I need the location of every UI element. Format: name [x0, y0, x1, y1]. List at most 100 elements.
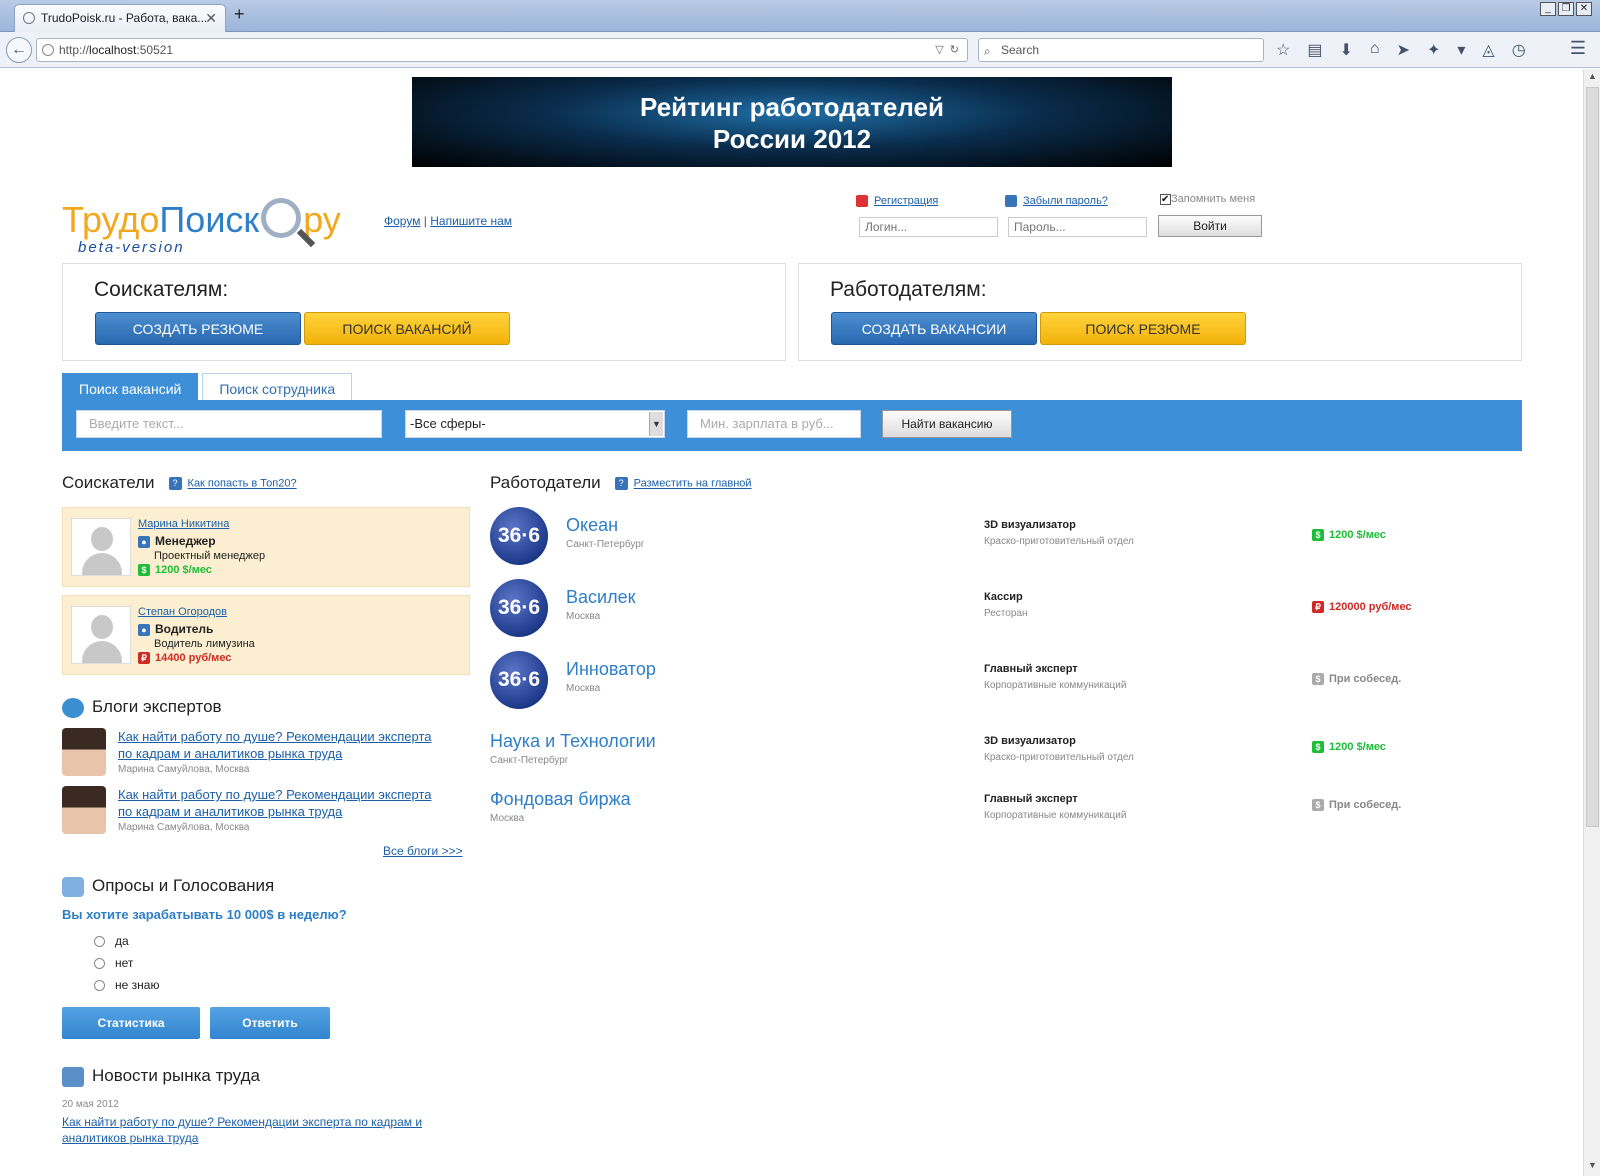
password-input[interactable] [1008, 217, 1147, 237]
vacancy-title: Кассир [984, 591, 1023, 603]
scrollbar-thumb[interactable] [1586, 87, 1599, 827]
vacancy-department: Корпоративные коммуникаций [984, 810, 1127, 821]
news-link[interactable]: Как найти работу по душе? Рекомендации э… [62, 1114, 452, 1146]
help-icon: ? [614, 477, 628, 491]
employer-name-link[interactable]: Океан [566, 515, 618, 536]
forgot-password-link[interactable]: Забыли пароль? [1023, 195, 1108, 207]
poll-option[interactable]: не знаю [94, 978, 159, 992]
forum-link[interactable]: Форум [384, 214, 420, 228]
site-logo[interactable]: ТрудоПоиск ру [62, 198, 341, 242]
seeker-subposition: Проектный менеджер [154, 550, 266, 562]
create-vacancy-button[interactable]: СОЗДАТЬ ВАКАНСИИ [831, 312, 1037, 345]
poll-option[interactable]: нет [94, 956, 133, 970]
radio-button[interactable] [94, 936, 105, 948]
page-scrollbar[interactable]: ▲ ▼ [1583, 69, 1600, 1176]
reload-icon[interactable]: ▽ ↻ [935, 39, 959, 61]
place-on-main-link[interactable]: Разместить на главной [634, 478, 752, 490]
window-controls: _ ❐ ✕ [1540, 2, 1592, 16]
vacancy-department: Ресторан [984, 608, 1028, 619]
vacancy-salary-text: При собесед. [1329, 673, 1402, 685]
auth-block: Регистрация Забыли пароль? ✔ Запомнить ме… [856, 191, 1276, 251]
bookmark-star-icon[interactable]: ☆ [1276, 40, 1290, 60]
logo-part-b: Поиск [159, 199, 260, 240]
vacancy-salary-text: 1200 $/мес [1329, 741, 1386, 753]
tab-search-employee[interactable]: Поиск сотрудника [202, 373, 353, 403]
remember-checkbox[interactable]: ✔ [1160, 193, 1171, 205]
vacancy-salary: ₽120000 руб/мес [1312, 601, 1412, 614]
vacancy-department: Корпоративные коммуникаций [984, 680, 1127, 691]
reading-list-icon[interactable]: ▤ [1307, 40, 1322, 60]
browser-search-bar[interactable]: ⌕ Search [978, 38, 1264, 62]
all-blogs-link[interactable]: Все блоги >>> [383, 844, 463, 858]
radio-button[interactable] [94, 958, 105, 970]
dropdown-icon[interactable]: ▾ [1457, 40, 1465, 60]
maximize-icon[interactable]: ❐ [1558, 2, 1574, 16]
blog-link[interactable]: Как найти работу по душе? Рекомендации э… [118, 786, 448, 820]
vacancy-title: 3D визуализатор [984, 519, 1076, 531]
select-arrow-icon: ▼ [649, 412, 663, 436]
poll-option-label: не знаю [115, 978, 160, 992]
write-us-link[interactable]: Напишите нам [430, 214, 512, 228]
ad-banner[interactable]: Рейтинг работодателей России 2012 [412, 77, 1172, 167]
employer-name-link[interactable]: Наука и Технологии [490, 731, 656, 752]
globe-icon [42, 44, 54, 56]
top20-link[interactable]: Как попасть в Топ20? [188, 478, 297, 490]
seeker-card[interactable]: Степан Огородов ● Водитель Водитель лимуз… [62, 595, 470, 675]
employer-row[interactable]: 36·6 Океан Санкт-Петербург 3D визуализат… [490, 507, 1520, 571]
poll-question: Вы хотите зарабатывать 10 000$ в неделю? [62, 907, 347, 922]
close-window-icon[interactable]: ✕ [1576, 2, 1592, 16]
home-icon[interactable]: ⌂ [1370, 40, 1380, 60]
salary-input[interactable]: Мин. зарплата в руб... [687, 410, 861, 438]
employer-name-link[interactable]: Василек [566, 587, 635, 608]
employer-city: Москва [566, 611, 601, 622]
seeker-salary: $1200 $/мес [138, 564, 212, 577]
register-link[interactable]: Регистрация [874, 195, 938, 207]
history-icon[interactable]: ◷ [1512, 40, 1526, 60]
search-vacancies-button[interactable]: ПОИСК ВАКАНСИЙ [304, 312, 510, 345]
new-tab-icon[interactable]: + [234, 4, 245, 25]
poll-option-label: нет [115, 956, 134, 970]
scroll-up-icon[interactable]: ▲ [1588, 71, 1597, 81]
search-resumes-button[interactable]: ПОИСК РЕЗЮМЕ [1040, 312, 1246, 345]
seeker-name-link[interactable]: Степан Огородов [138, 606, 227, 618]
seeker-name-link[interactable]: Марина Никитина [138, 518, 229, 530]
poll-answer-button[interactable]: Ответить [210, 1007, 330, 1039]
employer-row[interactable]: 36·6 Василек Москва Кассир Ресторан ₽120… [490, 579, 1520, 643]
poll-stats-button[interactable]: Статистика [62, 1007, 200, 1039]
tab-close-icon[interactable]: ✕ [205, 5, 217, 31]
radio-button[interactable] [94, 980, 105, 992]
search-text-input[interactable]: Введите текст... [76, 410, 382, 438]
expert-photo [62, 728, 106, 776]
scroll-down-icon[interactable]: ▼ [1588, 1160, 1597, 1170]
forgot-row: Забыли пароль? [1005, 195, 1108, 208]
login-button[interactable]: Войти [1158, 215, 1262, 237]
search-tabs: Поиск вакансий Поиск сотрудника [62, 373, 353, 403]
employer-name-link[interactable]: Инноватор [566, 659, 656, 680]
vacancy-salary-text: 120000 руб/мес [1329, 601, 1412, 613]
send-icon[interactable]: ➤ [1397, 40, 1410, 60]
login-input[interactable] [859, 217, 998, 237]
sphere-select[interactable]: -Все сферы- ▼ [405, 410, 665, 438]
search-band: Введите текст... -Все сферы- ▼ Мин. зарп… [62, 400, 1522, 451]
hamburger-menu-icon[interactable]: ☰ [1570, 38, 1586, 59]
employer-row[interactable]: 36·6 Инноватор Москва Главный эксперт Ко… [490, 651, 1520, 715]
employer-row[interactable]: Наука и Технологии Санкт-Петербург 3D ви… [490, 731, 1520, 775]
download-icon[interactable]: ⬇ [1339, 40, 1352, 60]
news-title: Новости рынка труда [92, 1066, 260, 1085]
employer-name-link[interactable]: Фондовая биржа [490, 789, 631, 810]
minimize-icon[interactable]: _ [1540, 2, 1556, 16]
addon-icon[interactable]: ✦ [1427, 40, 1440, 60]
seekers-section-header: Соискатели? Как попасть в Топ20? [62, 473, 297, 493]
find-vacancy-button[interactable]: Найти вакансию [882, 410, 1012, 438]
browser-tab[interactable]: TrudoPoisk.ru - Работа, вака... ✕ [14, 4, 226, 32]
tab-search-vacancies[interactable]: Поиск вакансий [62, 373, 199, 403]
url-bar[interactable]: http://localhost:50521 ▽ ↻ [36, 38, 968, 62]
back-arrow-icon[interactable]: ← [6, 37, 32, 63]
blog-link[interactable]: Как найти работу по душе? Рекомендации э… [118, 728, 448, 762]
poll-option[interactable]: да [94, 934, 129, 948]
expert-photo [62, 786, 106, 834]
seeker-card[interactable]: Марина Никитина ● Менеджер Проектный мене… [62, 507, 470, 587]
create-resume-button[interactable]: СОЗДАТЬ РЕЗЮМЕ [95, 312, 301, 345]
sync-icon[interactable]: ◬ [1482, 40, 1494, 60]
employer-row[interactable]: Фондовая биржа Москва Главный эксперт Ко… [490, 789, 1520, 833]
